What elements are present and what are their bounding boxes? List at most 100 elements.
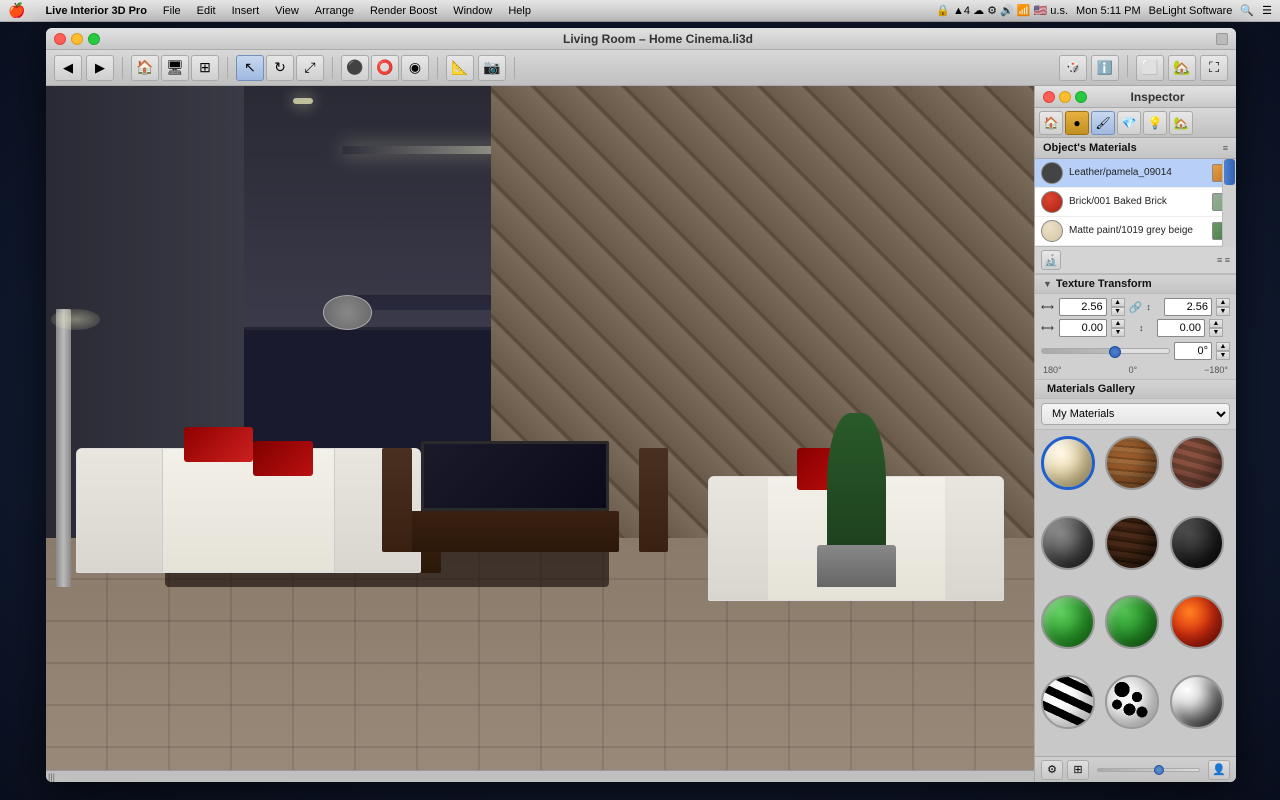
search-icon[interactable]: 🔍	[1240, 4, 1254, 17]
circle-tool[interactable]: ⚫	[341, 55, 369, 81]
inspector-zoom-btn[interactable]	[1075, 91, 1087, 103]
inspector-settings-btn[interactable]: ⚙	[1041, 760, 1063, 780]
material-item-3[interactable]: Matte paint/1019 grey beige	[1035, 217, 1236, 246]
offset-y-input[interactable]	[1157, 319, 1205, 337]
material-ball-charcoal[interactable]	[1170, 516, 1224, 570]
app-name[interactable]: Live Interior 3D Pro	[45, 5, 146, 17]
inspector-zoom-thumb[interactable]	[1154, 765, 1164, 775]
offset-x-input[interactable]	[1059, 319, 1107, 337]
speaker-right	[639, 448, 669, 552]
inspector-zoom-slider[interactable]	[1097, 768, 1200, 772]
info-btn[interactable]: ℹ️	[1091, 55, 1119, 81]
material-ball-zebra[interactable]	[1041, 675, 1095, 729]
offset-y-up[interactable]: ▲	[1209, 319, 1223, 328]
angle-down[interactable]: ▼	[1216, 351, 1230, 360]
material-ball-green[interactable]	[1041, 595, 1095, 649]
floorplan-btn[interactable]: 🏠	[131, 55, 159, 81]
3d-viewport[interactable]: |||	[46, 86, 1034, 782]
inspector-tab-paint[interactable]: 🖌	[1091, 111, 1115, 135]
menu-insert[interactable]: Insert	[232, 5, 260, 17]
material-item-1[interactable]: Leather/pamela_09014	[1035, 159, 1236, 188]
materials-scrollbar[interactable]	[1222, 159, 1236, 247]
offset-x-stepper[interactable]: ▲ ▼	[1111, 319, 1125, 337]
offset-y-down[interactable]: ▼	[1209, 328, 1223, 337]
menu-arrange[interactable]: Arrange	[315, 5, 354, 17]
menu-edit[interactable]: Edit	[197, 5, 216, 17]
angle-stepper[interactable]: ▲ ▼	[1216, 342, 1230, 360]
menu-file[interactable]: File	[163, 5, 181, 17]
offset-x-up[interactable]: ▲	[1111, 319, 1125, 328]
close-button[interactable]	[54, 33, 66, 45]
offset-x-down[interactable]: ▼	[1111, 328, 1125, 337]
eyedropper-btn[interactable]: 🔬	[1041, 250, 1061, 270]
select-tool[interactable]: ↖	[236, 55, 264, 81]
menu-icon[interactable]: ☰	[1262, 4, 1272, 17]
material-item-2[interactable]: Brick/001 Baked Brick	[1035, 188, 1236, 217]
camera-tool[interactable]: 📷	[478, 55, 506, 81]
toolbar-separator-1	[122, 57, 123, 79]
angle-up[interactable]: ▲	[1216, 342, 1230, 351]
offset-y-stepper[interactable]: ▲ ▼	[1209, 319, 1223, 337]
gallery-dropdown[interactable]: My Materials All Materials Wood Stone Fa…	[1041, 403, 1230, 425]
forward-button[interactable]: ▶	[86, 55, 114, 81]
inspector-tab-objects[interactable]: 🏠	[1039, 111, 1063, 135]
material-ball-green2[interactable]	[1105, 595, 1159, 649]
home-btn[interactable]: 🏡	[1168, 55, 1196, 81]
viewport-scrollbar[interactable]: |||	[46, 770, 1034, 782]
material-ball-chrome[interactable]	[1170, 675, 1224, 729]
inspector-tab-light[interactable]: 💡	[1143, 111, 1167, 135]
zoom-button[interactable]	[88, 33, 100, 45]
inspector-tab-sphere[interactable]: ●	[1065, 111, 1089, 135]
walls-btn[interactable]: ⬜	[1136, 55, 1164, 81]
inspector-bottom-bar: ⚙ ⊞ 👤	[1035, 756, 1236, 782]
inspector-person-btn[interactable]: 👤	[1208, 760, 1230, 780]
scale-y-down[interactable]: ▼	[1216, 307, 1230, 316]
scale-tool[interactable]: ⤢	[296, 55, 324, 81]
inspector-tab-texture[interactable]: 💎	[1117, 111, 1141, 135]
window-collapse-button[interactable]	[1216, 33, 1228, 45]
material-ball-dark-wood[interactable]	[1105, 516, 1159, 570]
material-ball-brick[interactable]	[1170, 436, 1224, 490]
3d-view-btn[interactable]: 🎲	[1059, 55, 1087, 81]
apple-icon[interactable]: 🍎	[8, 2, 25, 19]
layout-btn[interactable]: ⊞	[191, 55, 219, 81]
minimize-button[interactable]	[71, 33, 83, 45]
materials-section-menu[interactable]: ≡	[1223, 143, 1228, 153]
back-button[interactable]: ◀	[54, 55, 82, 81]
angle-input[interactable]	[1174, 342, 1212, 360]
material-name-1: Leather/pamela_09014	[1069, 167, 1206, 179]
chain-link-icon[interactable]: 🔗	[1129, 301, 1143, 314]
materials-scrollbar-thumb[interactable]	[1224, 159, 1235, 185]
render-btn[interactable]: 🖥	[161, 55, 189, 81]
scale-x-up[interactable]: ▲	[1111, 298, 1125, 307]
inspector-tab-home[interactable]: 🏡	[1169, 111, 1193, 135]
rotate-tool[interactable]: ↻	[266, 55, 294, 81]
inspector-minimize-btn[interactable]	[1059, 91, 1071, 103]
menu-view[interactable]: View	[275, 5, 299, 17]
material-ball-cream[interactable]	[1041, 436, 1095, 490]
angle-slider-track[interactable]	[1041, 348, 1170, 354]
material-ball-fire[interactable]	[1170, 595, 1224, 649]
cylinder-tool[interactable]: ◉	[401, 55, 429, 81]
inspector-close-btn[interactable]	[1043, 91, 1055, 103]
measure-tool[interactable]: 📐	[446, 55, 474, 81]
scale-x-stepper[interactable]: ▲ ▼	[1111, 298, 1125, 316]
inspector-panel: Inspector 🏠 ● 🖌 💎 💡 🏡 Object's Materials…	[1034, 86, 1236, 782]
scale-x-input[interactable]	[1059, 298, 1107, 316]
material-ball-wood[interactable]	[1105, 436, 1159, 490]
menu-help[interactable]: Help	[508, 5, 531, 17]
scale-y-up[interactable]: ▲	[1216, 298, 1230, 307]
scale-x-down[interactable]: ▼	[1111, 307, 1125, 316]
fullscreen-btn[interactable]: ⛶	[1200, 55, 1228, 81]
scale-y-input[interactable]	[1164, 298, 1212, 316]
material-ball-stone[interactable]	[1041, 516, 1095, 570]
ring-tool[interactable]: ⭕	[371, 55, 399, 81]
scale-y-stepper[interactable]: ▲ ▼	[1216, 298, 1230, 316]
menu-render-boost[interactable]: Render Boost	[370, 5, 437, 17]
inspector-grid-btn[interactable]: ⊞	[1067, 760, 1089, 780]
menu-window[interactable]: Window	[453, 5, 492, 17]
material-ball-spots[interactable]	[1105, 675, 1159, 729]
gallery-title: Materials Gallery	[1047, 383, 1135, 395]
angle-slider-thumb[interactable]	[1109, 346, 1121, 358]
list-menu-btn[interactable]: ≡ ≡	[1217, 255, 1230, 265]
